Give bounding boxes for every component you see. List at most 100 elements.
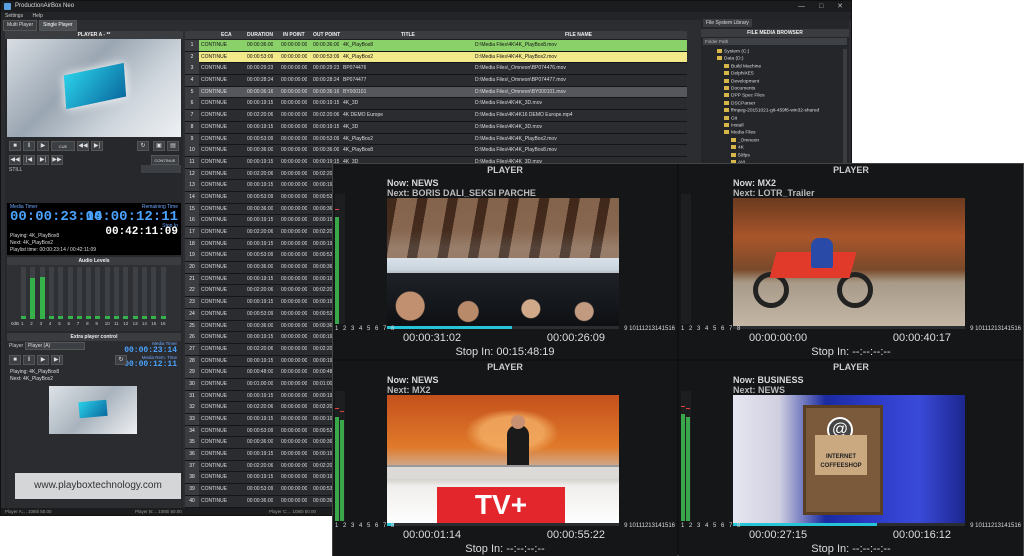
playlist-cell: 00:00:36:00: [247, 497, 274, 504]
loop-icon[interactable]: ↻: [137, 141, 149, 151]
playlist-row[interactable]: 10 CONTINUE 00:00:36:00 00:00:00:00 00:00:36…: [185, 145, 687, 157]
playlist-row[interactable]: 4 CONTINUE 00:00:28:24 00:00:00:00 00:00:28:…: [185, 75, 687, 87]
tab-single-player[interactable]: Single Player: [39, 20, 77, 31]
playlist-row[interactable]: 7 CONTINUE 00:02:20:06 00:00:00:00 00:02:20:…: [185, 110, 687, 122]
folder-tree-item[interactable]: Git: [724, 115, 737, 121]
bike-rider: [811, 238, 833, 268]
col-duration[interactable]: DURATION: [247, 31, 273, 39]
col-title[interactable]: TITLE: [401, 31, 415, 39]
tv-logo: TV+: [437, 487, 565, 523]
save-icon[interactable]: ▣: [153, 141, 165, 151]
playlist-cell: 00:00:19:15: [247, 123, 274, 130]
col-file-name[interactable]: FILE NAME: [565, 31, 592, 39]
playlist-row[interactable]: 6 CONTINUE 00:00:19:15 00:00:00:00 00:00:19:…: [185, 98, 687, 111]
folder-icon[interactable]: ▤: [167, 141, 179, 151]
folder-tree-item[interactable]: DSCParser: [724, 100, 756, 107]
step-back-icon[interactable]: |◀: [23, 155, 35, 165]
quad-meter-bar: [340, 419, 344, 521]
extra-title: Extra player control: [7, 333, 181, 341]
playlist-cell: CONTINUE: [201, 170, 228, 177]
playlist-cell: 5: [185, 86, 199, 98]
folder-tree-item[interactable]: Build Machine: [724, 63, 761, 69]
playlist-cell: 00:00:53:09: [247, 252, 274, 259]
playlist-cell: 00:00:19: [313, 392, 333, 399]
playlist-row[interactable]: 8 CONTINUE 00:00:19:15 00:00:00:00 00:00:19:…: [185, 121, 687, 134]
folder-tree-item[interactable]: Data (D:): [717, 56, 744, 62]
playlist-cell: 00:00:00:00: [281, 357, 308, 364]
continue-button[interactable]: CONTINUE: [151, 155, 179, 165]
folder-icon: [724, 93, 729, 98]
folder-tree-item[interactable]: 50fps: [731, 152, 750, 158]
menu-help[interactable]: Help: [32, 13, 42, 19]
folder-tree-item[interactable]: DelphiXE5: [724, 71, 754, 76]
cue-button[interactable]: CUE: [51, 141, 75, 151]
col-in-point[interactable]: IN POINT: [283, 31, 305, 39]
folder-tree-item[interactable]: DPP Spec Files: [724, 93, 765, 99]
menu-settings[interactable]: Settings: [5, 13, 23, 19]
pause-icon[interactable]: ‖: [23, 141, 35, 151]
playlist-cell: BP074476: [343, 65, 367, 72]
maximize-button[interactable]: □: [819, 3, 829, 10]
forward-icon[interactable]: ▶▶: [51, 155, 63, 165]
folder-tree-item[interactable]: _Omneon: [731, 137, 759, 143]
extra-play-icon[interactable]: ▶: [37, 355, 49, 365]
stop-in-time: 00:42:11:09: [105, 226, 178, 238]
col-out-point[interactable]: OUT POINT: [313, 31, 340, 39]
quad-meter-peak: [340, 410, 344, 412]
close-button[interactable]: ✕: [837, 3, 849, 10]
step-forward-icon[interactable]: ▶|: [37, 155, 49, 165]
col-eca[interactable]: ECA: [221, 31, 232, 39]
audio-channel-label: 2: [30, 321, 33, 326]
player-panel-title: PLAYER A - **: [5, 31, 183, 39]
folder-tree-item[interactable]: Install: [724, 123, 744, 128]
window-controls[interactable]: — □ ✕: [798, 1, 849, 12]
playlist-cell: 00:00:53: [313, 486, 333, 493]
playlist-row[interactable]: 1 CONTINUE 00:00:36:00 00:00:00:00 00:00:36:…: [185, 40, 687, 52]
folder-tree-item[interactable]: ffmpeg-20151021-git-459f6-win32-shared: [724, 108, 819, 113]
audio-channel-label: 7: [76, 321, 80, 326]
skip-back-icon[interactable]: ◀◀: [77, 141, 89, 151]
minimize-button[interactable]: —: [798, 3, 811, 10]
playlist-row[interactable]: 5 CONTINUE 00:00:36:16 00:00:00:00 00:00:36:…: [185, 86, 687, 99]
folder-tree-item[interactable]: Development: [724, 78, 759, 84]
file-system-tab[interactable]: File System Library: [703, 19, 752, 27]
playlist-cell: CONTINUE: [201, 299, 228, 306]
file-browser-title: FILE MEDIA BROWSER: [701, 29, 849, 37]
extra-pause-icon[interactable]: ‖: [23, 355, 35, 365]
playlist-row[interactable]: 2 CONTINUE 00:00:53:09 00:00:00:00 00:00:53:…: [185, 51, 687, 64]
video-scene-crowd: [387, 273, 619, 328]
audio-meter-fill: [30, 278, 36, 319]
playlist-row[interactable]: 3 CONTINUE 00:00:29:23 00:00:00:00 00:00:29:…: [185, 63, 687, 76]
stop-icon[interactable]: ■: [9, 141, 21, 151]
playlist-cell: 31: [185, 390, 199, 402]
folder-tree-item[interactable]: Documents: [724, 86, 755, 91]
skip-next-icon[interactable]: ▶|: [91, 141, 103, 151]
playlist-cell: 00:00:19:15: [247, 299, 274, 306]
tab-multi-player[interactable]: Multi Player: [3, 20, 38, 31]
folder-path-input[interactable]: Folder Path: [703, 38, 847, 45]
extra-loop-icon[interactable]: ↻: [115, 355, 127, 365]
extra-stop-icon[interactable]: ■: [9, 355, 21, 365]
folder-label: Data (D:): [724, 56, 744, 62]
playlist-cell: 00:00:36: [313, 322, 333, 329]
playlist-cell: 00:00:00:00: [281, 427, 308, 434]
quad-audio-meter: [335, 194, 345, 324]
audio-channel-label: 13: [132, 321, 138, 326]
playlist-cell: 00:00:19:15: [313, 123, 340, 130]
folder-tree-item[interactable]: 4K: [731, 145, 744, 150]
rewind-icon[interactable]: ◀◀: [9, 155, 21, 165]
playlist-row[interactable]: 9 CONTINUE 00:00:53:09 00:00:00:00 00:00:53:…: [185, 133, 687, 146]
audio-channel-label: 15: [151, 321, 157, 326]
quad-channels-right: 9 10111213141516: [624, 523, 675, 529]
mode-buttons[interactable]: [141, 165, 181, 173]
playlist-cell: CONTINUE: [201, 345, 228, 352]
extra-next-icon[interactable]: ▶|: [51, 355, 63, 365]
folder-tree-item[interactable]: System (C:): [717, 49, 749, 54]
folder-tree-item[interactable]: Media Files: [724, 130, 756, 136]
play-icon[interactable]: ▶: [37, 141, 49, 151]
player-select[interactable]: Player (A): [25, 342, 85, 350]
playlist-cell: 00:02:20:06: [247, 345, 274, 352]
folder-label: 50fps: [738, 152, 750, 158]
playlist-cell: 38: [185, 472, 199, 484]
folder-label: DSCParser: [731, 101, 756, 107]
